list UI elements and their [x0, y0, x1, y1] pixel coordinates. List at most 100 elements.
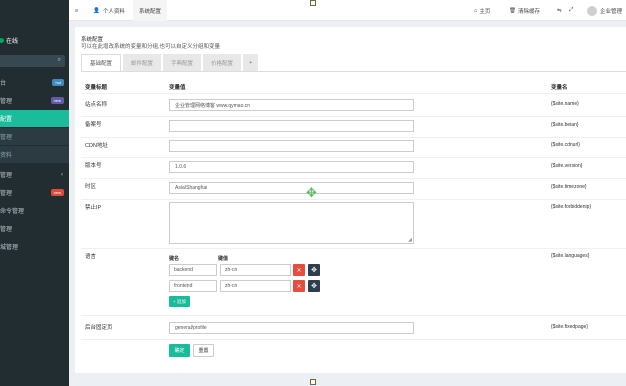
- resize-handle-top[interactable]: [310, 0, 316, 6]
- online-dot-icon: [0, 38, 4, 43]
- var-version: {$site.version}: [551, 163, 583, 169]
- divider: [81, 137, 626, 138]
- sidebar-item-label: 台: [0, 81, 7, 87]
- home-link[interactable]: ⌂ 主页: [474, 0, 490, 21]
- sidebar-item-manage-4[interactable]: 管理: [0, 220, 69, 237]
- add-tab-button[interactable]: +: [243, 54, 259, 71]
- tab-price[interactable]: 价格配置: [203, 54, 242, 71]
- var-languages: {$site.languages}: [551, 253, 590, 259]
- forbidden-ip-textarea[interactable]: ◢: [169, 202, 414, 244]
- field-label-beian: 备案号: [85, 122, 102, 128]
- config-tabs: 基础配置 邮件配置 字典配置 价格配置 +: [81, 54, 260, 71]
- sidebar-item-label: 资料: [0, 153, 13, 159]
- theme-toggle-icon[interactable]: ⇋: [557, 0, 562, 21]
- value-column-header: 键值: [218, 256, 229, 262]
- tab-sysconfig[interactable]: 系统配置: [133, 0, 168, 21]
- hot-badge: hot: [52, 79, 64, 86]
- sidebar-item-sysconfig[interactable]: 配置: [0, 110, 69, 127]
- tab-sysconfig-label: 系统配置: [139, 8, 162, 15]
- var-forbidden-ip: {$site.forbiddenip}: [551, 204, 592, 210]
- status-label: 在线: [6, 39, 19, 45]
- timezone-input[interactable]: Asia/Shanghai: [169, 182, 414, 194]
- chevron-left-icon: ‹: [61, 171, 63, 178]
- fixed-page-input[interactable]: general/profile: [169, 322, 414, 334]
- menu-toggle-icon[interactable]: ≡: [75, 0, 78, 21]
- user-icon: 👤: [93, 7, 100, 14]
- user-menu[interactable]: 企业管理: [587, 0, 622, 21]
- sidebar-item-label: 管理: [0, 227, 13, 233]
- tab-basic[interactable]: 基础配置: [81, 54, 122, 71]
- top-navbar: ≡ 👤 个人资料 系统配置 ⌂ 主页 🗑 清除缓存 ⇋ ⤢ 企业管理: [69, 0, 626, 21]
- language-key-input[interactable]: frontend: [169, 280, 217, 292]
- divider: [81, 93, 626, 94]
- key-column-header: 键名: [169, 256, 180, 262]
- cdn-url-input[interactable]: [169, 140, 414, 152]
- sidebar-item-label: 管理: [0, 135, 13, 141]
- sidebar-subitem-profile[interactable]: 资料: [0, 146, 69, 163]
- home-icon: ⌂: [474, 7, 478, 14]
- sidebar-item-manage-3[interactable]: 管理 new: [0, 184, 69, 201]
- submit-button[interactable]: 确定: [169, 344, 190, 357]
- var-timezone: {$site.timezone}: [551, 184, 587, 190]
- sidebar-search[interactable]: ⌕: [0, 55, 65, 67]
- sidebar-item-label: 管理: [0, 99, 13, 105]
- sidebar: 在线 ⌕ 台 hot 管理 new 配置 管理 资料 管理 ‹ 管理 new 命…: [0, 0, 69, 386]
- sidebar-item-dashboard[interactable]: 台 hot: [0, 74, 69, 91]
- var-fixed-page: {$site.fixedpage}: [551, 324, 588, 330]
- reset-button[interactable]: 重置: [193, 344, 214, 357]
- fullscreen-icon[interactable]: ⤢: [569, 0, 573, 21]
- language-value-input[interactable]: zh-cn: [220, 280, 291, 292]
- clear-cache-button[interactable]: 🗑 清除缓存: [509, 0, 540, 21]
- new-badge: new: [50, 97, 64, 104]
- trash-icon: 🗑: [509, 7, 516, 14]
- sidebar-item-label: 城管理: [0, 245, 19, 251]
- divider: [81, 157, 626, 158]
- divider: [81, 315, 626, 316]
- field-label-timezone: 时区: [85, 184, 97, 190]
- resize-handle-bottom[interactable]: [310, 379, 316, 385]
- sidebar-item-manage-2[interactable]: 管理 ‹: [0, 166, 69, 183]
- sidebar-item-label: 管理: [0, 191, 13, 197]
- drag-handle-icon[interactable]: ✥: [308, 280, 320, 292]
- config-panel: 系统配置 可以在此增改系统的变量和分组,也可以自定义分组和变量 基础配置 邮件配…: [75, 27, 626, 373]
- append-row-button[interactable]: + 追加: [169, 296, 190, 307]
- user-name: 企业管理: [600, 8, 623, 15]
- sidebar-item-manage[interactable]: 管理 new: [0, 92, 69, 109]
- remove-row-button[interactable]: ✕: [293, 264, 305, 276]
- divider: [81, 116, 626, 117]
- version-input[interactable]: 1.0.6: [169, 161, 414, 173]
- user-status: 在线: [0, 36, 18, 45]
- divider: [81, 248, 626, 249]
- home-label: 主页: [479, 8, 491, 15]
- language-key-input[interactable]: backend: [169, 264, 217, 276]
- divider: [81, 199, 626, 200]
- sidebar-item-label: 命令管理: [0, 209, 25, 215]
- tab-profile[interactable]: 👤 个人资料: [89, 0, 129, 21]
- tab-email[interactable]: 邮件配置: [123, 54, 162, 71]
- divider: [81, 339, 626, 340]
- field-label-site-name: 站点名称: [85, 102, 108, 108]
- field-label-fixed-page: 后台固定页: [85, 325, 113, 331]
- search-icon[interactable]: ⌕: [58, 57, 61, 64]
- var-cdnurl: {$site.cdnurl}: [551, 142, 580, 148]
- resize-handle-icon[interactable]: ◢: [408, 237, 412, 243]
- new-badge: new: [50, 189, 64, 196]
- sidebar-item-label: 配置: [0, 117, 13, 123]
- sidebar-item-label: 管理: [0, 173, 13, 179]
- var-site-name: {$site.name}: [551, 101, 579, 107]
- language-value-input[interactable]: zh-cn: [220, 264, 291, 276]
- avatar: [587, 5, 597, 16]
- sidebar-item-city[interactable]: 城管理: [0, 238, 69, 255]
- column-header-value: 变量值: [169, 85, 186, 91]
- sidebar-subitem-manage[interactable]: 管理: [0, 128, 69, 145]
- site-name-input[interactable]: 企业管理网络博客 www.qymao.cn: [169, 99, 414, 111]
- drag-handle-icon[interactable]: ✥: [308, 264, 320, 276]
- beian-input[interactable]: [169, 120, 414, 132]
- sidebar-item-command[interactable]: 命令管理: [0, 202, 69, 219]
- field-label-cdn: CDN地址: [85, 143, 108, 149]
- field-label-languages: 语言: [85, 254, 97, 260]
- move-cursor-icon: ✥: [306, 185, 317, 200]
- column-header-title: 变量标题: [85, 85, 108, 91]
- remove-row-button[interactable]: ✕: [293, 280, 305, 292]
- tab-dictionary[interactable]: 字典配置: [163, 54, 202, 71]
